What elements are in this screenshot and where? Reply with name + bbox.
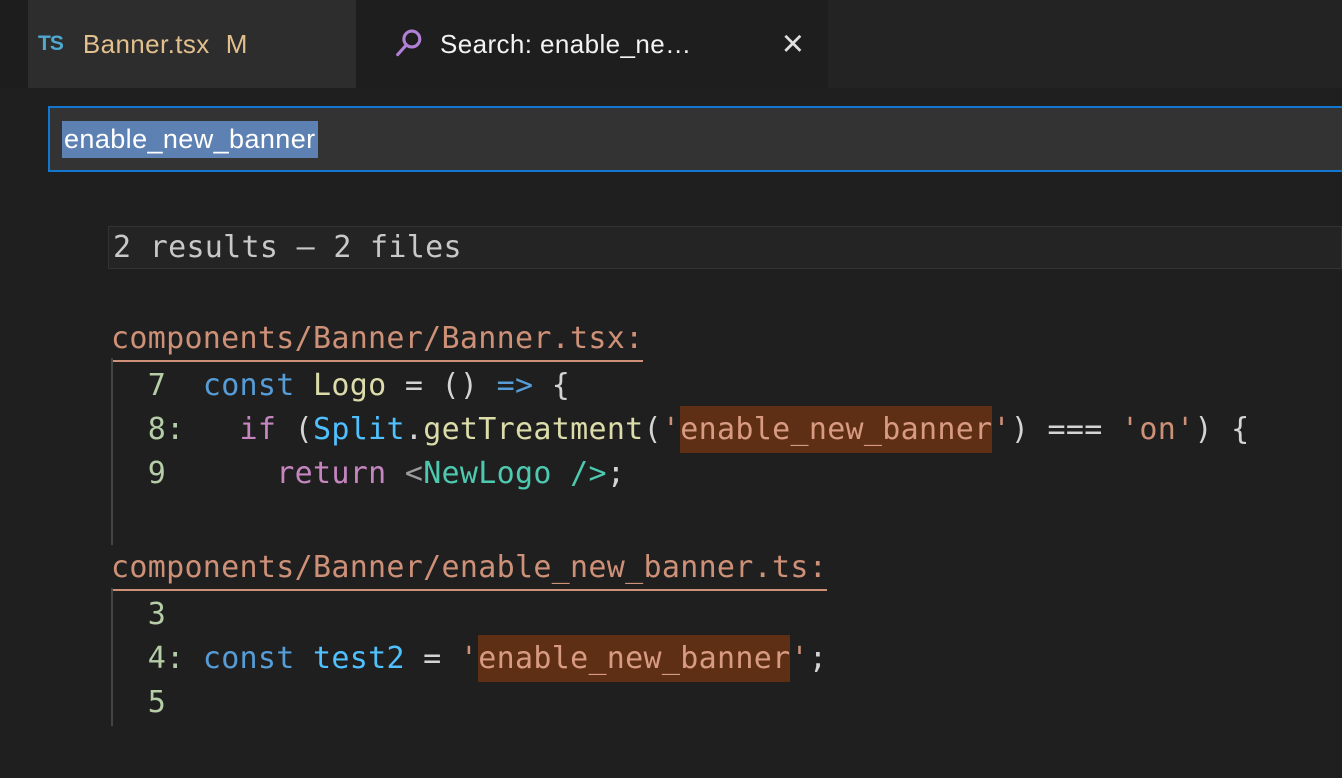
code-token: return xyxy=(276,456,386,491)
result-block-guide-line xyxy=(111,358,113,545)
code-line[interactable]: 9 return <NewLogo />; xyxy=(111,452,1342,496)
tab-label: Search: enable_ne… xyxy=(440,29,691,60)
code-token xyxy=(184,412,239,447)
code-token: if xyxy=(240,412,277,447)
result-file-block: components/Banner/Banner.tsx: 7 const Lo… xyxy=(111,320,1342,496)
selected-query-text: enable_new_banner xyxy=(62,121,318,158)
code-token: test2 xyxy=(313,641,405,676)
file-path-link[interactable]: components/Banner/Banner.tsx: xyxy=(111,320,1342,364)
code-token: 4: xyxy=(111,641,184,676)
code-token: const xyxy=(203,641,313,676)
code-token: ( xyxy=(644,412,662,447)
tab-banner-tsx[interactable]: TS Banner.tsx M xyxy=(28,0,356,88)
search-match-highlight: enable_new_banner xyxy=(478,635,790,682)
code-token xyxy=(386,456,404,491)
tab-bar-lead-spacer xyxy=(0,0,28,88)
code-line[interactable]: 4: const test2 = 'enable_new_banner'; xyxy=(111,637,1342,681)
search-match-highlight: enable_new_banner xyxy=(680,406,992,453)
code-token: < xyxy=(405,456,423,491)
code-token: NewLogo xyxy=(423,456,552,491)
code-token xyxy=(184,641,202,676)
file-path-link[interactable]: components/Banner/enable_new_banner.ts: xyxy=(111,549,1342,593)
code-token: ; xyxy=(809,641,827,676)
code-token: ) { xyxy=(1194,412,1249,447)
code-token: Logo xyxy=(313,368,386,403)
code-token: ' xyxy=(662,412,680,447)
code-token: 3 xyxy=(111,597,166,632)
file-path-text: components/Banner/enable_new_banner.ts: xyxy=(111,549,827,591)
search-query-input[interactable]: enable_new_banner xyxy=(48,106,1342,172)
code-token: { xyxy=(533,368,570,403)
code-token: . xyxy=(405,412,423,447)
search-editor-window: TS Banner.tsx M Search: enable_ne… × ena… xyxy=(0,0,1342,778)
code-line[interactable]: 5 xyxy=(111,681,1342,725)
close-tab-icon[interactable]: × xyxy=(782,25,804,63)
tab-search-editor[interactable]: Search: enable_ne… × xyxy=(356,0,828,88)
code-token: 8: xyxy=(111,412,184,447)
code-token: ( xyxy=(276,412,313,447)
code-token: 5 xyxy=(111,685,166,720)
code-token: = xyxy=(405,641,460,676)
code-token: /> xyxy=(552,456,607,491)
results-summary-text: 2 results – 2 files xyxy=(113,230,462,265)
code-token xyxy=(166,368,203,403)
result-block-guide-line xyxy=(111,588,113,726)
code-token xyxy=(166,456,276,491)
results-list: components/Banner/Banner.tsx: 7 const Lo… xyxy=(111,320,1342,725)
code-token: Split xyxy=(313,412,405,447)
code-line[interactable]: 8: if (Split.getTreatment('enable_new_ba… xyxy=(111,408,1342,452)
modified-badge: M xyxy=(226,29,248,60)
result-file-block: components/Banner/enable_new_banner.ts: … xyxy=(111,549,1342,725)
code-token: ' xyxy=(790,641,808,676)
tab-label: Banner.tsx xyxy=(83,29,210,60)
code-token: 9 xyxy=(111,456,166,491)
code-token: ' xyxy=(460,641,478,676)
code-line[interactable]: 7 const Logo = () => { xyxy=(111,364,1342,408)
code-token: ' xyxy=(992,412,1010,447)
code-token: ; xyxy=(607,456,625,491)
code-token: 'on' xyxy=(1121,412,1194,447)
code-token: => xyxy=(497,368,534,403)
code-token: = () xyxy=(386,368,496,403)
typescript-file-icon: TS xyxy=(38,32,63,56)
code-token: 7 xyxy=(111,368,166,403)
code-token: const xyxy=(203,368,313,403)
code-token: getTreatment xyxy=(423,412,643,447)
code-token: ) === xyxy=(1011,412,1121,447)
code-line[interactable]: 3 xyxy=(111,593,1342,637)
results-summary-row: 2 results – 2 files xyxy=(108,226,1342,269)
search-icon xyxy=(392,27,426,61)
tab-bar: TS Banner.tsx M Search: enable_ne… × xyxy=(0,0,1342,88)
file-path-text: components/Banner/Banner.tsx: xyxy=(111,320,643,362)
